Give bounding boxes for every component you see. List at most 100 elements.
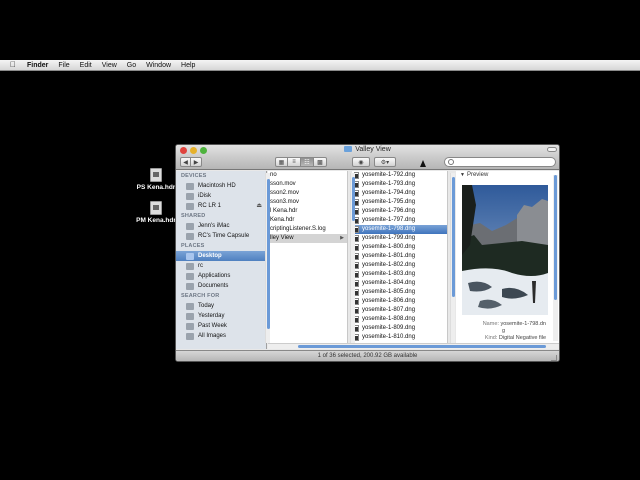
preview-image [462,185,548,315]
column-scrollbar[interactable] [450,173,455,343]
menu-bar:  Finder File Edit View Go Window Help [0,60,640,71]
file-name: yosemite-1-807.dng [362,307,416,313]
forward-button[interactable]: ▶ [191,157,202,167]
icon-view-button[interactable]: ▦ [275,157,288,167]
preview-scrollbar[interactable] [553,175,558,341]
desktop-icon-pm-kena[interactable]: PM Kena.hdr [136,201,176,224]
file-row[interactable]: yosemite-1-793.dng [352,180,447,189]
sidebar-item-past-week[interactable]: Past Week [176,321,266,331]
window-toolbar: Valley View ◀ ▶ ▦ ≡ ☷ ▩ ◉ ⚙▾ [176,145,559,170]
list-item[interactable]: no [268,171,347,180]
documents-icon [186,282,194,290]
sidebar-item-label: Macintosh HD [198,183,236,189]
column-scrollbar[interactable] [265,173,270,343]
menu-finder[interactable]: Finder [27,60,48,71]
sidebar: DEVICES Macintosh HD iDisk RC LR 1 ⏏ SHAR… [176,171,267,349]
file-row[interactable]: yosemite-1-807.dng [352,306,447,315]
sidebar-item-today[interactable]: Today [176,301,266,311]
quick-look-button[interactable]: ◉ [352,157,370,167]
file-row[interactable]: yosemite-1-804.dng [352,279,447,288]
file-row[interactable]: yosemite-1-800.dng [352,243,447,252]
yosemite-photo [462,185,548,315]
sidebar-item-jenns-imac[interactable]: Jenn's iMac [176,221,266,231]
eject-icon[interactable]: ⏏ [256,201,262,211]
list-item[interactable]: Kena.hdr [268,216,347,225]
file-row[interactable]: yosemite-1-808.dng [352,315,447,324]
list-item-valley-view[interactable]: lley View ▶ [268,234,347,243]
sidebar-item-rc[interactable]: rc [176,261,266,271]
preview-header[interactable]: ▼ Preview [456,171,559,180]
file-name: yosemite-1-795.dng [362,199,416,205]
list-item[interactable]: sson.mov [268,180,347,189]
status-bar: 1 of 36 selected, 200.92 GB available [176,350,559,361]
file-name: yosemite-1-794.dng [362,190,416,196]
file-row[interactable]: yosemite-1-796.dng [352,207,447,216]
file-row[interactable]: yosemite-1-799.dng [352,234,447,243]
toolbar-toggle-button[interactable] [547,147,557,152]
file-row[interactable]: yosemite-1-792.dng [352,171,447,180]
menu-view[interactable]: View [102,60,117,71]
file-name: yosemite-1-810.dng [362,334,416,340]
scrollbar-thumb[interactable] [352,177,355,221]
imac-icon [186,222,194,230]
column-view-button[interactable]: ☷ [301,157,314,167]
menu-file[interactable]: File [58,60,69,71]
sidebar-item-applications[interactable]: Applications [176,271,266,281]
menu-go[interactable]: Go [127,60,136,71]
sidebar-item-documents[interactable]: Documents [176,281,266,291]
sidebar-item-desktop[interactable]: Desktop [176,251,266,261]
coverflow-view-button[interactable]: ▩ [314,157,327,167]
apple-menu-icon[interactable]:  [10,61,18,69]
horizontal-scrollbar[interactable] [268,343,559,349]
file-row[interactable]: yosemite-1-805.dng [352,288,447,297]
menu-help[interactable]: Help [181,60,195,71]
sidebar-item-time-capsule[interactable]: RC's Time Capsule [176,231,266,241]
desktop-icon-label: PM Kena.hdr [136,217,176,224]
sidebar-item-yesterday[interactable]: Yesterday [176,311,266,321]
file-row[interactable]: yosemite-1-802.dng [352,261,447,270]
file-name: yosemite-1-802.dng [362,262,416,268]
sidebar-item-all-images[interactable]: All Images [176,331,266,341]
file-row[interactable]: yosemite-1-809.dng [352,324,447,333]
desktop-icon-ps-kena[interactable]: PS Kena.hdr [136,168,176,191]
file-row[interactable]: yosemite-1-801.dng [352,252,447,261]
list-view-button[interactable]: ≡ [288,157,301,167]
sidebar-item-idisk[interactable]: iDisk [176,191,266,201]
file-row[interactable]: yosemite-1-797.dng [352,216,447,225]
file-row[interactable]: yosemite-1-795.dng [352,198,447,207]
file-name: yosemite-1-798.dng [362,226,416,232]
file-row[interactable]: yosemite-1-803.dng [352,270,447,279]
window-title: Valley View [176,146,559,153]
disclosure-triangle-icon: ▼ [460,172,465,178]
back-button[interactable]: ◀ [180,157,191,167]
file-row[interactable]: yosemite-1-810.dng [352,333,447,342]
search-input[interactable] [444,157,556,167]
list-item[interactable]: criptingListener.S.log [268,225,347,234]
file-row-selected[interactable]: yosemite-1-798.dng [352,225,447,234]
kind-value: Digital Negative file [498,335,546,341]
scrollbar-thumb[interactable] [554,175,557,300]
menu-edit[interactable]: Edit [80,60,92,71]
resize-grip-icon[interactable] [551,355,557,361]
scrollbar-thumb[interactable] [298,345,546,348]
file-row[interactable]: yosemite-1-806.dng [352,297,447,306]
action-menu-button[interactable]: ⚙▾ [374,157,396,167]
desktop:  Finder File Edit View Go Window Help P… [0,0,640,480]
list-item[interactable]: sson3.mov [268,198,347,207]
menu-window[interactable]: Window [146,60,171,71]
sidebar-item-macintosh-hd[interactable]: Macintosh HD [176,181,266,191]
list-item[interactable]: l Kena.hdr [268,207,347,216]
sidebar-item-rc-lr-1[interactable]: RC LR 1 ⏏ [176,201,266,211]
list-item[interactable]: sson2.mov [268,189,347,198]
scrollbar-thumb[interactable] [267,179,270,329]
file-row[interactable]: yosemite-1-794.dng [352,189,447,198]
clock-icon [186,302,194,310]
column-scrollbar[interactable] [350,173,355,343]
file-name: yosemite-1-799.dng [362,235,416,241]
search-icon [448,159,454,165]
file-name: yosemite-1-804.dng [362,280,416,286]
kind-key: Kind [484,335,496,341]
scrollbar-thumb[interactable] [452,177,455,297]
name-value: yosemite-1-798.dn [500,321,546,327]
idisk-icon [186,192,194,200]
